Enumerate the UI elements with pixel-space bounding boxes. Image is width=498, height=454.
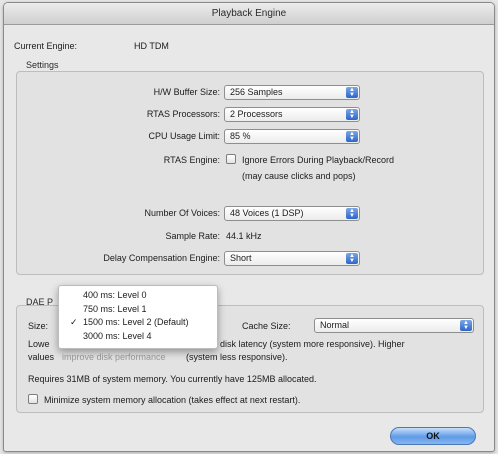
size-option-3000[interactable]: 3000 ms: Level 4: [59, 330, 217, 344]
sample-rate-label: Sample Rate:: [165, 231, 220, 241]
cache-size-popup[interactable]: Normal ▲ ▼: [314, 318, 474, 333]
dae-description-line1-left: Lowe: [28, 339, 50, 349]
dae-section-label: DAE P: [26, 297, 54, 307]
ignore-errors-checkbox[interactable]: [226, 154, 236, 164]
cache-size-value: Normal: [320, 320, 350, 330]
size-option-label: 400 ms: Level 0: [83, 290, 147, 300]
rtas-processors-value: 2 Processors: [230, 109, 283, 119]
dae-description-line2-hidden: improve disk performance: [62, 352, 166, 362]
memory-requirement-note: Requires 31MB of system memory. You curr…: [28, 374, 317, 384]
settings-section-label: Settings: [26, 60, 59, 70]
size-option-750[interactable]: 750 ms: Level 1: [59, 303, 217, 317]
popup-arrows-icon: ▲ ▼: [346, 253, 358, 264]
popup-arrows-icon: ▲ ▼: [346, 87, 358, 98]
ok-button[interactable]: OK: [390, 427, 476, 445]
size-option-400[interactable]: 400 ms: Level 0: [59, 289, 217, 303]
sample-rate-value: 44.1 kHz: [226, 231, 262, 241]
dae-description-line1-right: disk latency (system more responsive). H…: [220, 339, 405, 349]
popup-arrows-icon: ▲ ▼: [346, 131, 358, 142]
rtas-engine-label: RTAS Engine:: [163, 155, 220, 165]
current-engine-label: Current Engine:: [14, 41, 78, 51]
current-engine-value: HD TDM: [134, 41, 169, 51]
delay-compensation-value: Short: [230, 253, 252, 263]
size-option-label: 750 ms: Level 1: [83, 303, 147, 314]
size-option-label: 3000 ms: Level 4: [83, 330, 152, 341]
popup-arrows-icon: ▲ ▼: [346, 109, 358, 120]
number-of-voices-value: 48 Voices (1 DSP): [230, 208, 304, 218]
number-of-voices-popup[interactable]: 48 Voices (1 DSP) ▲ ▼: [224, 206, 360, 221]
hw-buffer-size-popup[interactable]: 256 Samples ▲ ▼: [224, 85, 360, 100]
dae-size-label: Size:: [28, 321, 49, 331]
ignore-errors-label: Ignore Errors During Playback/Record: [242, 155, 395, 165]
cpu-usage-limit-popup[interactable]: 85 % ▲ ▼: [224, 129, 360, 144]
minimize-memory-checkbox[interactable]: [28, 394, 38, 404]
popup-arrows-icon: ▲ ▼: [346, 208, 358, 219]
playback-engine-dialog: Playback Engine Current Engine: HD TDM S…: [3, 2, 495, 452]
delay-compensation-popup[interactable]: Short ▲ ▼: [224, 251, 360, 266]
delay-compensation-label: Delay Compensation Engine:: [103, 253, 220, 263]
window-title: Playback Engine: [4, 3, 494, 25]
minimize-memory-label: Minimize system memory allocation (takes…: [44, 395, 301, 405]
rtas-processors-label: RTAS Processors:: [146, 109, 220, 119]
number-of-voices-label: Number Of Voices:: [144, 208, 220, 218]
size-option-1500[interactable]: ✓ 1500 ms: Level 2 (Default): [59, 316, 217, 330]
cache-size-label: Cache Size:: [242, 321, 291, 331]
popup-arrows-icon: ▲ ▼: [460, 320, 472, 331]
rtas-processors-popup[interactable]: 2 Processors ▲ ▼: [224, 107, 360, 122]
hw-buffer-size-value: 256 Samples: [230, 87, 283, 97]
hw-buffer-size-label: H/W Buffer Size:: [153, 87, 220, 97]
ignore-errors-note: (may cause clicks and pops): [242, 171, 356, 181]
checkmark-icon: ✓: [70, 317, 78, 327]
size-option-label: 1500 ms: Level 2 (Default): [83, 317, 189, 327]
cpu-usage-limit-value: 85 %: [230, 131, 251, 141]
cpu-usage-limit-label: CPU Usage Limit:: [148, 131, 220, 141]
dae-size-menu[interactable]: 400 ms: Level 0 750 ms: Level 1 ✓ 1500 m…: [58, 285, 218, 349]
dae-description-line2-right: (system less responsive).: [186, 352, 288, 362]
dae-description-line2-left: values: [28, 352, 55, 362]
